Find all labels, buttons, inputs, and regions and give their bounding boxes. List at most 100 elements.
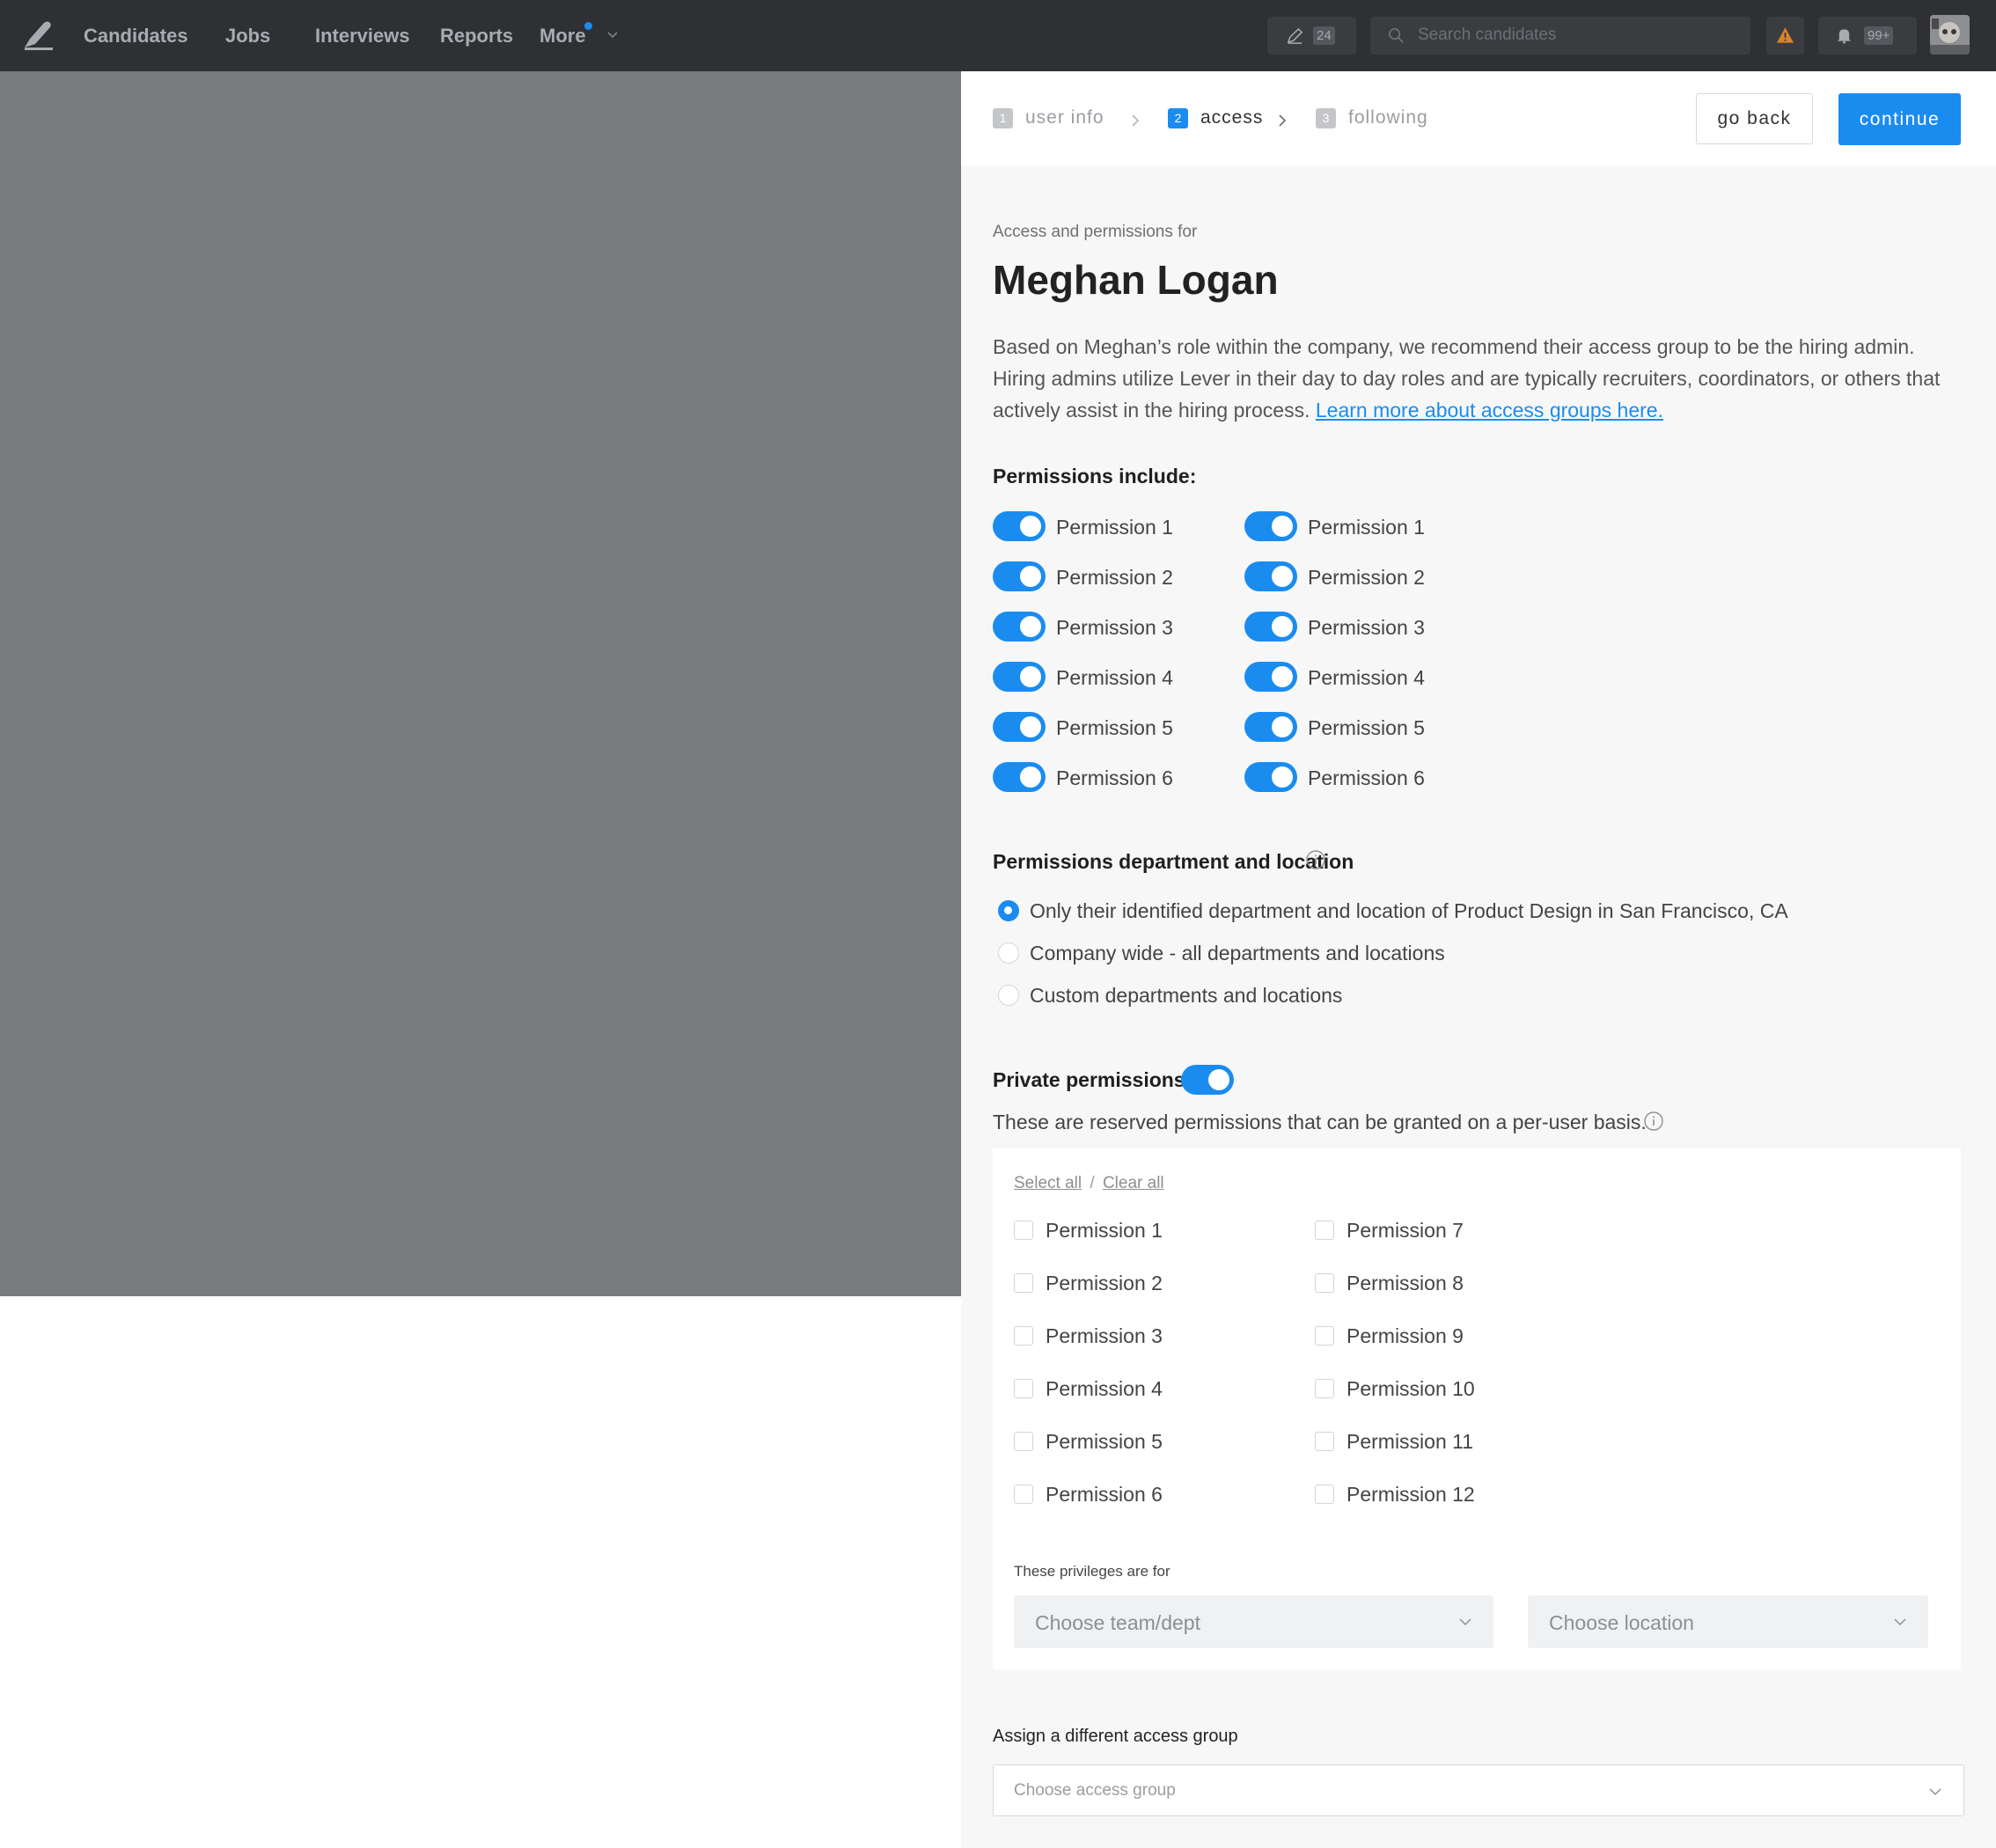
chevron-down-icon[interactable] <box>607 30 618 40</box>
access-group-select[interactable]: Choose access group <box>993 1764 1964 1816</box>
private-permission-checkbox[interactable] <box>1315 1379 1334 1398</box>
private-permission-label: Permission 7 <box>1347 1219 1464 1242</box>
role-description: Based on Meghan’s role within the compan… <box>993 331 1961 426</box>
private-permission-label: Permission 3 <box>1046 1324 1163 1347</box>
private-permission-label: Permission 5 <box>1046 1430 1163 1453</box>
learn-more-link[interactable]: Learn more about access groups here. <box>1316 399 1663 422</box>
private-permissions-box: Select all / Clear all Permission 1 Permi… <box>993 1148 1961 1669</box>
private-permission-label: Permission 11 <box>1347 1430 1474 1453</box>
chevron-down-icon <box>1894 1618 1906 1626</box>
permission-label: Permission 6 <box>1056 766 1173 789</box>
permission-toggle[interactable] <box>993 612 1046 642</box>
drafts-button[interactable]: 24 <box>1267 17 1356 55</box>
access-panel: 1 user info 2 access 3 following go back co… <box>961 71 1996 1848</box>
bell-icon <box>1837 29 1852 44</box>
permission-label: Permission 2 <box>1056 566 1173 589</box>
search-placeholder: Search candidates <box>1418 26 1557 44</box>
permission-label: Permission 1 <box>1308 516 1425 539</box>
modal-backdrop[interactable] <box>0 71 961 1296</box>
notifications-count-badge: 99+ <box>1864 26 1894 45</box>
continue-button[interactable]: continue <box>1838 93 1961 145</box>
permission-toggle[interactable] <box>993 712 1046 742</box>
scope-option-label: Custom departments and locations <box>1030 984 1343 1007</box>
location-select[interactable]: Choose location <box>1528 1595 1928 1648</box>
nav-reports[interactable]: Reports <box>440 25 513 48</box>
private-permission-checkbox[interactable] <box>1315 1326 1334 1346</box>
privileges-for-label: These privileges are for <box>1014 1563 1170 1580</box>
permission-toggle[interactable] <box>1244 612 1297 642</box>
step-number: 1 <box>993 107 1013 128</box>
private-permission-label: Permission 10 <box>1347 1377 1475 1400</box>
permission-toggle[interactable] <box>993 511 1046 541</box>
avatar-image <box>1930 15 1970 55</box>
scope-radio-custom[interactable] <box>998 985 1019 1006</box>
private-permission-checkbox[interactable] <box>1014 1273 1033 1293</box>
private-permission-checkbox[interactable] <box>1014 1379 1033 1398</box>
permissions-heading: Permissions include: <box>993 465 1197 488</box>
permission-toggle[interactable] <box>1244 712 1297 742</box>
nav-candidates[interactable]: Candidates <box>84 25 188 48</box>
nav-interviews[interactable]: Interviews <box>315 25 410 48</box>
private-permission-checkbox[interactable] <box>1315 1485 1334 1504</box>
warning-button[interactable] <box>1766 17 1804 55</box>
private-permission-checkbox[interactable] <box>1014 1485 1033 1504</box>
scope-heading: Permissions department and location <box>993 850 1354 873</box>
chevron-down-icon <box>1459 1618 1471 1626</box>
private-permission-checkbox[interactable] <box>1315 1273 1334 1293</box>
top-nav: Candidates Jobs Interviews Reports More … <box>0 0 1996 71</box>
private-permission-label: Permission 4 <box>1046 1377 1163 1400</box>
info-icon[interactable] <box>1305 849 1326 870</box>
scope-radio-own[interactable] <box>998 900 1019 921</box>
private-permission-checkbox[interactable] <box>1014 1326 1033 1346</box>
nav-jobs[interactable]: Jobs <box>225 25 270 48</box>
step-label: user info <box>1025 107 1104 128</box>
drafts-count-badge: 24 <box>1313 26 1335 45</box>
permission-toggle[interactable] <box>1244 511 1297 541</box>
select-clear-links: Select all / Clear all <box>1014 1174 1164 1193</box>
permission-label: Permission 6 <box>1308 766 1425 789</box>
private-permission-label: Permission 9 <box>1347 1324 1464 1347</box>
clear-all-link[interactable]: Clear all <box>1103 1174 1164 1192</box>
private-permission-checkbox[interactable] <box>1315 1221 1334 1240</box>
page-title: Meghan Logan <box>993 257 1279 303</box>
permission-label: Permission 5 <box>1056 716 1173 739</box>
private-permissions-subtitle: These are reserved permissions that can … <box>993 1111 1647 1133</box>
team-dept-select[interactable]: Choose team/dept <box>1014 1595 1493 1648</box>
private-permission-checkbox[interactable] <box>1315 1432 1334 1451</box>
private-permission-checkbox[interactable] <box>1014 1432 1033 1451</box>
link-separator: / <box>1090 1174 1095 1192</box>
private-permissions-toggle[interactable] <box>1181 1065 1234 1095</box>
access-group-placeholder: Choose access group <box>1014 1781 1176 1800</box>
scope-radio-company-wide[interactable] <box>998 942 1019 964</box>
permission-label: Permission 4 <box>1308 666 1425 689</box>
nav-more[interactable]: More <box>539 25 586 48</box>
private-permission-checkbox[interactable] <box>1014 1221 1033 1240</box>
permission-toggle[interactable] <box>993 561 1046 591</box>
permission-label: Permission 2 <box>1308 566 1425 589</box>
chevron-right-icon <box>1279 114 1287 127</box>
scope-option-label: Only their identified department and loc… <box>1030 899 1788 922</box>
permission-toggle[interactable] <box>993 762 1046 792</box>
avatar[interactable] <box>1930 15 1970 55</box>
step-following[interactable]: 3 following <box>1316 107 1428 132</box>
lever-logo-icon[interactable] <box>21 18 56 53</box>
private-permission-label: Permission 6 <box>1046 1483 1163 1506</box>
panel-header: 1 user info 2 access 3 following go back co… <box>961 71 1996 165</box>
private-permission-label: Permission 12 <box>1347 1483 1475 1506</box>
go-back-button[interactable]: go back <box>1696 93 1813 144</box>
select-all-link[interactable]: Select all <box>1014 1174 1082 1192</box>
private-permissions-heading: Private permissions <box>993 1068 1185 1091</box>
pencil-icon <box>1287 27 1303 44</box>
step-user-info[interactable]: 1 user info <box>993 107 1104 132</box>
chevron-right-icon <box>1132 114 1140 127</box>
permission-toggle[interactable] <box>993 662 1046 692</box>
info-icon[interactable] <box>1643 1111 1664 1132</box>
search-icon <box>1389 28 1404 43</box>
permission-label: Permission 5 <box>1308 716 1425 739</box>
permission-toggle[interactable] <box>1244 561 1297 591</box>
step-access[interactable]: 2 access <box>1168 107 1263 132</box>
notifications-button[interactable]: 99+ <box>1818 17 1917 55</box>
private-permission-label: Permission 1 <box>1046 1219 1163 1242</box>
permission-toggle[interactable] <box>1244 762 1297 792</box>
permission-toggle[interactable] <box>1244 662 1297 692</box>
